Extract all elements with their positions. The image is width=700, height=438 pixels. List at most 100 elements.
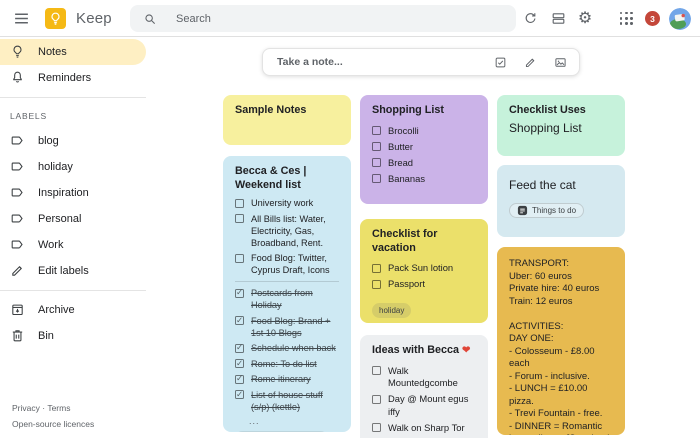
footer-dot: · <box>42 403 46 413</box>
pencil-icon <box>10 263 26 279</box>
sidebar-item-label: holiday <box>38 161 73 173</box>
sidebar-item-work[interactable]: Work <box>0 232 146 258</box>
checkbox-unchecked-icon[interactable] <box>372 394 381 404</box>
sidebar-item-notes[interactable]: Notes <box>0 39 146 65</box>
settings-button[interactable]: ⚙ <box>576 9 594 29</box>
brush-pencil-icon <box>524 56 537 69</box>
checklist-item-checked: List of house stuff (s/p) (kettle) <box>235 389 339 413</box>
sidebar-divider <box>0 97 146 98</box>
checkbox-checked-icon[interactable] <box>235 342 244 353</box>
note-card-transport-activities[interactable]: TRANSPORT: Uber: 60 euros Private hire: … <box>497 247 625 435</box>
sidebar-item-inspiration[interactable]: Inspiration <box>0 180 146 206</box>
new-drawing-button[interactable] <box>524 56 537 69</box>
checkbox-checked-icon[interactable] <box>235 358 244 369</box>
new-image-button[interactable] <box>554 56 567 69</box>
archive-icon <box>10 302 26 318</box>
reminder-chip[interactable]: 17 Jul 2016, 07:00 <box>235 431 328 432</box>
checklist-item: Walk Mountedgcombe <box>372 365 476 390</box>
checklist-item-checked: Food Blog: Brand + 1st 10 Blogs <box>235 315 339 339</box>
note-list-icon <box>517 205 528 216</box>
google-apps-button[interactable] <box>619 11 634 26</box>
account-avatar[interactable] <box>669 7 691 30</box>
sidebar-item-label: Edit labels <box>38 265 89 277</box>
sidebar-item-edit-labels[interactable]: Edit labels <box>0 258 146 284</box>
checklist-item-text: Rome: To do list <box>251 358 317 369</box>
note-card-shopping-list[interactable]: Shopping List Brocolli Butter Bread Bana… <box>360 95 488 204</box>
take-a-note-bar[interactable]: Take a note... <box>262 48 580 76</box>
checkbox-unchecked-icon[interactable] <box>372 126 381 135</box>
privacy-link[interactable]: Privacy <box>12 403 40 413</box>
note-card-ideas-with-becca[interactable]: Ideas with Becca ❤ Walk Mountedgcombe Da… <box>360 335 488 438</box>
note-card-feed-the-cat[interactable]: Feed the cat Things to do <box>497 165 625 237</box>
checklist-item: Bread <box>372 157 476 170</box>
checklist-item: Walk on Sharp Tor <box>372 422 476 435</box>
sidebar-item-label: Archive <box>38 304 75 316</box>
checklist-item: Food Blog: Twitter, Cyprus Draft, Icons <box>235 252 339 276</box>
more-items-ellipsis: ... <box>249 416 260 426</box>
note-body: Feed the cat <box>509 178 576 192</box>
checklist-item-text: University work <box>251 198 314 208</box>
sidebar-item-blog[interactable]: blog <box>0 128 146 154</box>
checkbox-checked-icon[interactable] <box>235 389 244 400</box>
notes-column-1: Sample Notes Becca & Ces | Weekend list … <box>223 95 351 432</box>
checklist-item: Bananas <box>372 173 476 186</box>
checklist-item-text: Schedule when back <box>251 343 336 353</box>
open-source-licences-link[interactable]: Open-source licences <box>12 419 94 429</box>
checkbox-unchecked-icon[interactable] <box>372 366 381 375</box>
search-placeholder: Search <box>176 12 211 25</box>
refresh-button[interactable] <box>522 11 538 27</box>
sidebar-item-holiday[interactable]: holiday <box>0 154 146 180</box>
terms-link[interactable]: Terms <box>47 403 70 413</box>
checkbox-checked-icon[interactable] <box>235 287 244 298</box>
labels-section-header: LABELS <box>10 111 47 121</box>
note-title: Shopping List <box>372 104 444 116</box>
sidebar: Notes Reminders LABELS blog holiday Insp… <box>0 37 165 438</box>
heart-icon: ❤ <box>462 345 471 356</box>
checkbox-checked-icon[interactable] <box>235 373 244 384</box>
note-card-checklist-uses[interactable]: Checklist Uses Shopping List <box>497 95 625 156</box>
note-title: Checklist Uses <box>509 104 586 116</box>
note-title-text: Ideas with Becca <box>372 344 460 356</box>
sidebar-item-archive[interactable]: Archive <box>0 297 146 323</box>
label-chip-things-to-do[interactable]: Things to do <box>509 203 585 218</box>
checkbox-unchecked-icon[interactable] <box>235 253 244 263</box>
sidebar-item-label: Inspiration <box>38 187 89 199</box>
checklist-item-checked: Schedule when back <box>235 342 339 354</box>
note-title: Sample Notes <box>235 104 307 116</box>
keep-logo[interactable] <box>45 7 66 29</box>
search-bar[interactable]: Search <box>130 5 516 32</box>
checkbox-unchecked-icon[interactable] <box>372 174 381 183</box>
search-icon <box>143 12 157 26</box>
note-card-becca-weekend-list[interactable]: Becca & Ces | Weekend list University wo… <box>223 156 351 432</box>
label-chip-holiday[interactable]: holiday <box>372 303 412 318</box>
checklist-item-text: Rome itinerary <box>251 374 311 384</box>
header-actions: ⚙ 3 <box>522 0 691 37</box>
bell-icon <box>10 70 26 86</box>
checkbox-unchecked-icon[interactable] <box>372 142 381 151</box>
checkbox-unchecked-icon[interactable] <box>235 214 244 223</box>
main-menu-button[interactable] <box>11 8 31 28</box>
label-chip-text: Things to do <box>532 206 577 215</box>
checklist-item-text: Bread <box>388 156 414 168</box>
sidebar-item-bin[interactable]: Bin <box>0 323 146 349</box>
note-card-sample-notes[interactable]: Sample Notes <box>223 95 351 145</box>
checklist-item-checked: Postcards from Holiday <box>235 287 339 311</box>
apps-grid-icon <box>620 12 633 25</box>
new-checklist-button[interactable] <box>494 56 507 69</box>
checkbox-unchecked-icon[interactable] <box>372 279 381 289</box>
checklist-item-text: List of house stuff (s/p) (kettle) <box>251 389 323 412</box>
top-app-bar: Keep Search ⚙ 3 <box>0 0 700 37</box>
notification-badge[interactable]: 3 <box>645 11 660 26</box>
sidebar-item-personal[interactable]: Personal <box>0 206 146 232</box>
checkbox-unchecked-icon[interactable] <box>235 198 244 208</box>
checkbox-unchecked-icon[interactable] <box>372 423 381 432</box>
note-card-checklist-for-vacation[interactable]: Checklist for vacation Pack Sun lotion P… <box>360 219 488 323</box>
checkbox-checked-icon[interactable] <box>235 315 244 326</box>
checklist-item-text: Day @ Mount egus iffy <box>388 393 469 417</box>
sidebar-item-label: Reminders <box>38 72 92 84</box>
checkbox-unchecked-icon[interactable] <box>372 158 381 167</box>
checkbox-unchecked-icon[interactable] <box>372 263 381 273</box>
sidebar-item-reminders[interactable]: Reminders <box>0 65 146 91</box>
list-view-toggle-button[interactable] <box>550 11 566 27</box>
checklist-item-text: Pack Sun lotion <box>388 262 454 273</box>
